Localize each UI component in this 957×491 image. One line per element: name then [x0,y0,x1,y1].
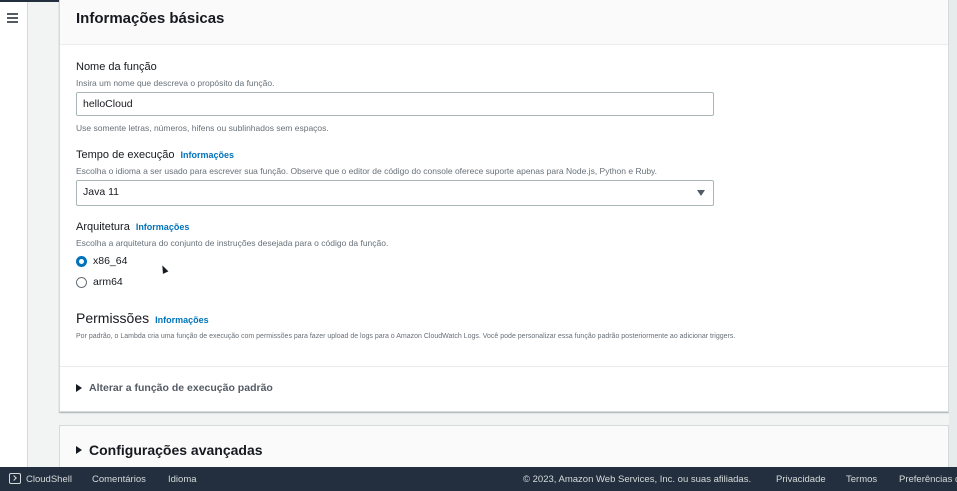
permissions-description: Por padrão, o Lambda cria uma função de … [76,333,736,340]
function-name-label: Nome da função [76,61,157,73]
architecture-label-row: Arquitetura Informações [76,221,189,233]
page-edge [949,0,957,467]
architecture-description: Escolha a arquitetura do conjunto de ins… [76,238,389,248]
permissions-info-link[interactable]: Informações [155,315,209,325]
runtime-description: Escolha o idioma a ser usado para escrev… [76,166,658,176]
runtime-info-link[interactable]: Informações [180,150,234,160]
function-name-input[interactable]: helloCloud [76,92,714,116]
footer-comments-link[interactable]: Comentários [92,474,146,485]
radio-arm64[interactable]: arm64 [76,275,123,289]
runtime-label-row: Tempo de execução Informações [76,149,234,161]
permissions-title: Permissões [76,310,150,326]
side-navigation-collapsed [0,2,28,467]
change-execution-role-expander[interactable]: Alterar a função de execução padrão [76,382,273,394]
advanced-settings-title: Configurações avançadas [89,442,263,458]
architecture-info-link[interactable]: Informações [136,222,190,232]
runtime-select[interactable]: Java 11 [76,180,714,206]
caret-right-icon [76,446,82,454]
footer-language-link[interactable]: Idioma [168,474,197,485]
container-header: Informações básicas [60,0,948,45]
architecture-label: Arquitetura [76,221,130,233]
permissions-heading-row: Permissões Informações [76,310,209,326]
hamburger-menu-icon[interactable] [7,13,18,24]
divider [60,366,948,367]
basic-info-container: Informações básicas Nome da função Insir… [59,0,949,412]
radio-arm64-label: arm64 [93,276,123,288]
function-name-description: Insira um nome que descreva o propósito … [76,78,275,88]
footer-terms-link[interactable]: Termos [846,474,877,485]
radio-x86-64-label: x86_64 [93,255,128,267]
footer-preferences-link[interactable]: Preferências de [899,474,957,485]
caret-right-icon [76,384,82,392]
footer-privacy-link[interactable]: Privacidade [776,474,826,485]
radio-selected-icon[interactable] [76,255,87,267]
radio-unselected-icon[interactable] [76,276,87,288]
terminal-icon[interactable] [9,473,21,484]
radio-x86-64[interactable]: x86_64 [76,254,127,268]
change-execution-role-label: Alterar a função de execução padrão [89,382,273,394]
function-name-constraint: Use somente letras, números, hifens ou s… [76,123,329,133]
runtime-label: Tempo de execução [76,149,175,161]
footer-cloudshell-link[interactable]: CloudShell [26,474,72,485]
advanced-settings-expander[interactable]: Configurações avançadas [76,442,263,458]
runtime-selected-value: Java 11 [83,186,119,198]
console-footer: CloudShell Comentários Idioma © 2023, Am… [0,467,957,491]
section-title: Informações básicas [76,10,225,27]
caret-down-icon [697,190,705,196]
footer-copyright: © 2023, Amazon Web Services, Inc. ou sua… [523,474,752,485]
